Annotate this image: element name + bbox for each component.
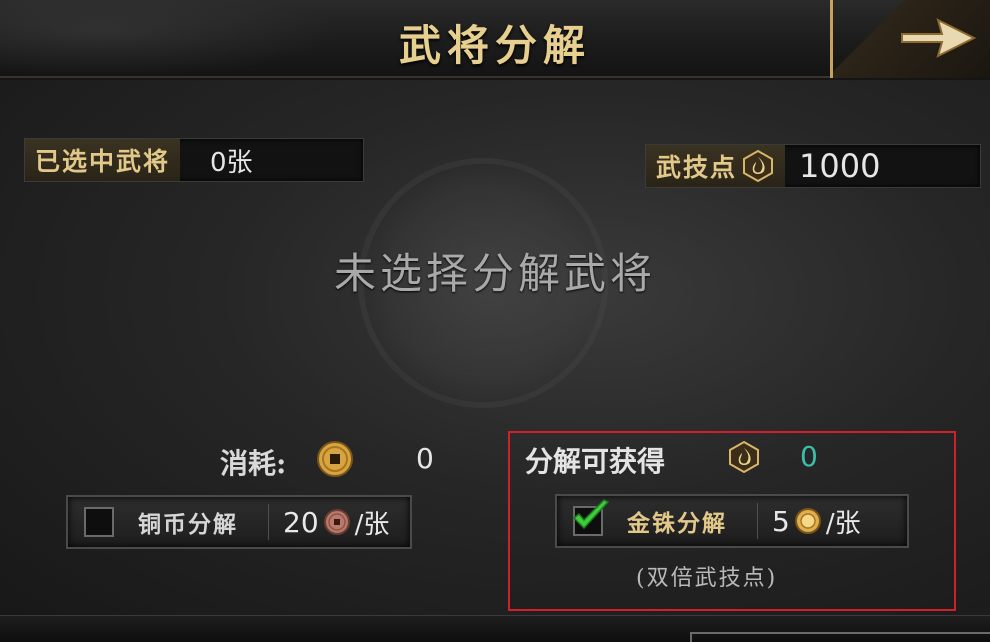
copper-option-price: 20 /张 [283, 504, 389, 541]
option-divider [268, 504, 269, 540]
selected-generals-box: 已选中武将 0张 [24, 138, 364, 182]
empty-selection-hint: 未选择分解武将 [333, 249, 656, 298]
copper-price-value: 20 [283, 505, 319, 539]
cost-label: 消耗: [220, 447, 287, 480]
footer-bar [0, 615, 990, 642]
next-arrow-button[interactable] [830, 0, 990, 78]
copper-option-checkbox[interactable] [84, 507, 114, 537]
skill-point-icon [743, 149, 774, 183]
copper-coin-icon [323, 509, 350, 535]
header-bar: 武将分解 [0, 0, 990, 78]
copper-price-unit: /张 [354, 509, 390, 540]
arrow-right-icon [901, 18, 977, 58]
skill-points-value: 1000 [799, 147, 881, 185]
skill-points-label-text: 武技点 [656, 153, 738, 182]
copper-option-label: 铜币分解 [138, 511, 238, 538]
skill-points-label: 武技点 [646, 145, 786, 187]
selected-generals-label: 已选中武将 [25, 139, 181, 181]
cost-value: 0 [416, 442, 434, 475]
skill-points-box: 武技点 1000 [645, 144, 981, 188]
main-panel: 已选中武将 0张 武技点 1000 未选择分解武将 消耗: 0 分解可获得 0 … [0, 80, 990, 615]
highlight-frame [508, 431, 956, 611]
selected-generals-count: 0张 [210, 147, 253, 178]
footer-button-edge[interactable] [690, 632, 990, 642]
copper-coin-icon [317, 441, 353, 477]
copper-decompose-option[interactable]: 铜币分解 20 /张 [66, 495, 412, 549]
